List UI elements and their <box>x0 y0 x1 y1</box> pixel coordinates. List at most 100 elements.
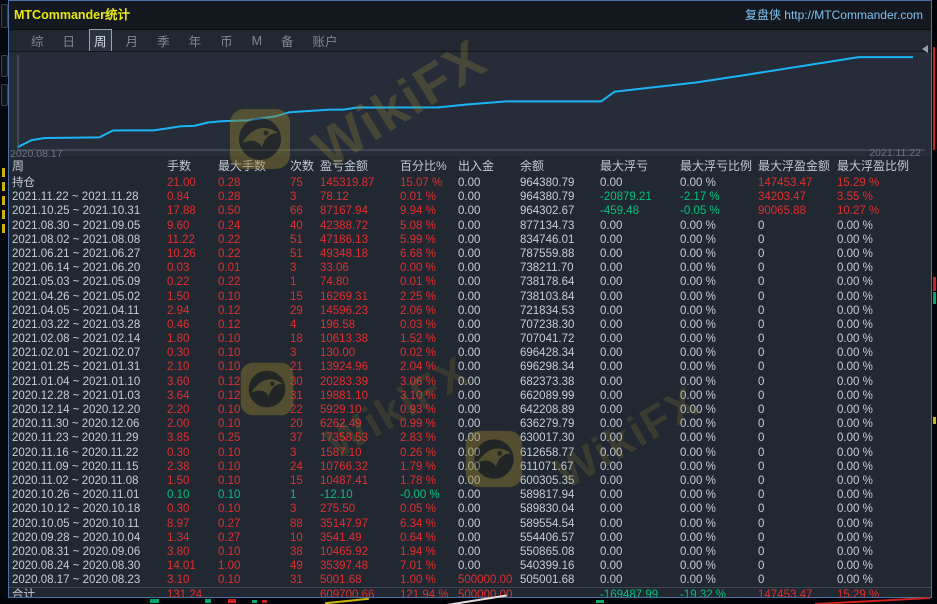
cell: 15 <box>290 290 320 304</box>
cell: 90065.88 <box>758 204 837 218</box>
table-row[interactable]: 2020.09.28 ~ 2020.10.041.340.27103541.49… <box>9 531 931 545</box>
cell: 2020.08.17 ~ 2020.08.23 <box>9 573 167 587</box>
cell: 0.00 <box>600 304 680 318</box>
cell: 2020.08.24 ~ 2020.08.30 <box>9 559 167 573</box>
table-row[interactable]: 2021.10.25 ~ 2021.10.3117.880.506687167.… <box>9 204 931 218</box>
table-row[interactable]: 2020.08.17 ~ 2020.08.233.100.10315001.68… <box>9 573 931 587</box>
cell: 7.01 % <box>400 559 458 573</box>
cell: 0.00 % <box>837 531 931 545</box>
cell: 15.29 % <box>837 176 931 190</box>
cell: 275.50 <box>320 502 400 516</box>
tab-月[interactable]: 月 <box>121 29 144 52</box>
table-row[interactable]: 2021.04.05 ~ 2021.04.112.940.122914596.2… <box>9 304 931 318</box>
table-row[interactable]: 2021.08.30 ~ 2021.09.059.600.244042388.7… <box>9 219 931 233</box>
cell: 0.00 <box>600 389 680 403</box>
cell: 0.84 <box>167 190 218 204</box>
table-row[interactable]: 2020.08.31 ~ 2020.09.063.800.103810465.9… <box>9 545 931 559</box>
table-row[interactable]: 持仓21.000.2875145319.8715.07 %0.00964380.… <box>9 176 931 190</box>
cell: 696428.34 <box>520 346 600 360</box>
table-row[interactable]: 2020.10.05 ~ 2020.10.118.970.278835147.9… <box>9 517 931 531</box>
screen: MTCommander统计 复盘侠 http://MTCommander.com… <box>0 0 937 604</box>
cell: 34203.47 <box>758 190 837 204</box>
cell: 1.00 <box>218 559 290 573</box>
tab-综[interactable]: 综 <box>26 29 49 52</box>
tab-M[interactable]: M <box>247 32 267 50</box>
table-row[interactable]: 2020.11.02 ~ 2020.11.081.500.101510487.4… <box>9 474 931 488</box>
brand-link[interactable]: 复盘侠 http://MTCommander.com <box>745 1 923 29</box>
table-row[interactable]: 2020.11.30 ~ 2020.12.062.000.10206262.49… <box>9 417 931 431</box>
cell: 2021.02.08 ~ 2021.02.14 <box>9 332 167 346</box>
cell: 4 <box>290 318 320 332</box>
cell: 2.94 <box>167 304 218 318</box>
column-header[interactable]: 最大浮亏 <box>600 156 680 176</box>
table-row[interactable]: 2020.10.26 ~ 2020.11.010.100.101-12.10-0… <box>9 488 931 502</box>
cell: 11.22 <box>167 233 218 247</box>
title-bar[interactable]: MTCommander统计 复盘侠 http://MTCommander.com <box>9 1 931 30</box>
cell: 0.00 <box>458 389 520 403</box>
cell: 合计 <box>9 588 167 597</box>
tab-备[interactable]: 备 <box>276 29 299 52</box>
column-header[interactable]: 手数 <box>167 156 218 176</box>
cell: 0.10 <box>218 446 290 460</box>
table-row[interactable]: 2020.08.24 ~ 2020.08.3014.011.004935397.… <box>9 559 931 573</box>
table-row[interactable]: 2021.11.22 ~ 2021.11.280.840.28378.120.0… <box>9 190 931 204</box>
toolbar-button-edge[interactable] <box>1 55 8 77</box>
cell: 2020.11.02 ~ 2020.11.08 <box>9 474 167 488</box>
table-row[interactable]: 2020.11.23 ~ 2020.11.293.850.253717358.5… <box>9 431 931 445</box>
cell: 0.00 % <box>680 573 758 587</box>
column-header[interactable]: 最大手数 <box>218 156 290 176</box>
table-row[interactable]: 2020.11.09 ~ 2020.11.152.380.102410766.3… <box>9 460 931 474</box>
toolbar-button-edge[interactable] <box>1 84 8 106</box>
table-row[interactable]: 2020.12.14 ~ 2020.12.202.200.10225929.10… <box>9 403 931 417</box>
cell: 3 <box>290 502 320 516</box>
column-header[interactable]: 最大浮盈金额 <box>758 156 837 176</box>
table-row[interactable]: 2021.01.04 ~ 2021.01.103.600.123020283.3… <box>9 375 931 389</box>
table-row[interactable]: 2021.02.01 ~ 2021.02.070.300.103130.000.… <box>9 346 931 360</box>
cell: 964302.67 <box>520 204 600 218</box>
cell: 74.80 <box>320 275 400 289</box>
cell: 0.10 <box>218 332 290 346</box>
cell: 0 <box>758 290 837 304</box>
tab-年[interactable]: 年 <box>184 29 207 52</box>
table-row[interactable]: 2021.04.26 ~ 2021.05.021.500.101516269.3… <box>9 290 931 304</box>
cell: 0.00 <box>458 275 520 289</box>
table-row[interactable]: 2021.08.02 ~ 2021.08.0811.220.225147186.… <box>9 233 931 247</box>
cell: 0.22 <box>167 275 218 289</box>
table-row[interactable]: 2021.06.14 ~ 2021.06.200.030.01333.060.0… <box>9 261 931 275</box>
tab-周[interactable]: 周 <box>89 29 112 52</box>
tab-日[interactable]: 日 <box>58 29 81 52</box>
cell: 589554.54 <box>520 517 600 531</box>
table-row[interactable]: 2021.05.03 ~ 2021.05.090.220.22174.800.0… <box>9 275 931 289</box>
table-row[interactable]: 2021.02.08 ~ 2021.02.141.800.101810613.3… <box>9 332 931 346</box>
column-header[interactable]: 出入金 <box>458 156 520 176</box>
cell: 1.50 <box>167 474 218 488</box>
cell: 0.10 <box>167 488 218 502</box>
column-header[interactable]: 最大浮盈比例 <box>837 156 931 176</box>
column-header[interactable]: 最大浮亏比例 <box>680 156 758 176</box>
cell: 0.00 <box>600 502 680 516</box>
column-header[interactable]: 周 <box>9 156 167 176</box>
tab-币[interactable]: 币 <box>215 29 238 52</box>
cell: 0 <box>758 502 837 516</box>
table-row[interactable]: 2020.10.12 ~ 2020.10.180.300.103275.500.… <box>9 502 931 516</box>
cell: 持仓 <box>9 176 167 190</box>
tab-季[interactable]: 季 <box>152 29 175 52</box>
cell: 0.00 <box>600 573 680 587</box>
table-row[interactable]: 2021.03.22 ~ 2021.03.280.460.124196.580.… <box>9 318 931 332</box>
cell: 2021.01.04 ~ 2021.01.10 <box>9 375 167 389</box>
column-header[interactable]: 余额 <box>520 156 600 176</box>
table-row[interactable]: 2020.12.28 ~ 2021.01.033.640.123119881.1… <box>9 389 931 403</box>
column-header[interactable]: 百分比% <box>400 156 458 176</box>
cell: 10487.41 <box>320 474 400 488</box>
cell: -20879.21 <box>600 190 680 204</box>
cell: 10613.38 <box>320 332 400 346</box>
column-header[interactable]: 次数 <box>290 156 320 176</box>
column-header[interactable]: 盈亏金额 <box>320 156 400 176</box>
total-row[interactable]: 合计131.24609700.66121.94 %500000.00-16948… <box>9 587 931 597</box>
table-row[interactable]: 2021.01.25 ~ 2021.01.312.100.102113924.9… <box>9 360 931 374</box>
table-row[interactable]: 2021.06.21 ~ 2021.06.2710.260.225149348.… <box>9 247 931 261</box>
tab-账户[interactable]: 账户 <box>308 29 343 52</box>
cell: 554406.57 <box>520 531 600 545</box>
toolbar-button-edge[interactable] <box>1 4 8 28</box>
table-row[interactable]: 2020.11.16 ~ 2020.11.220.300.1031587.100… <box>9 446 931 460</box>
